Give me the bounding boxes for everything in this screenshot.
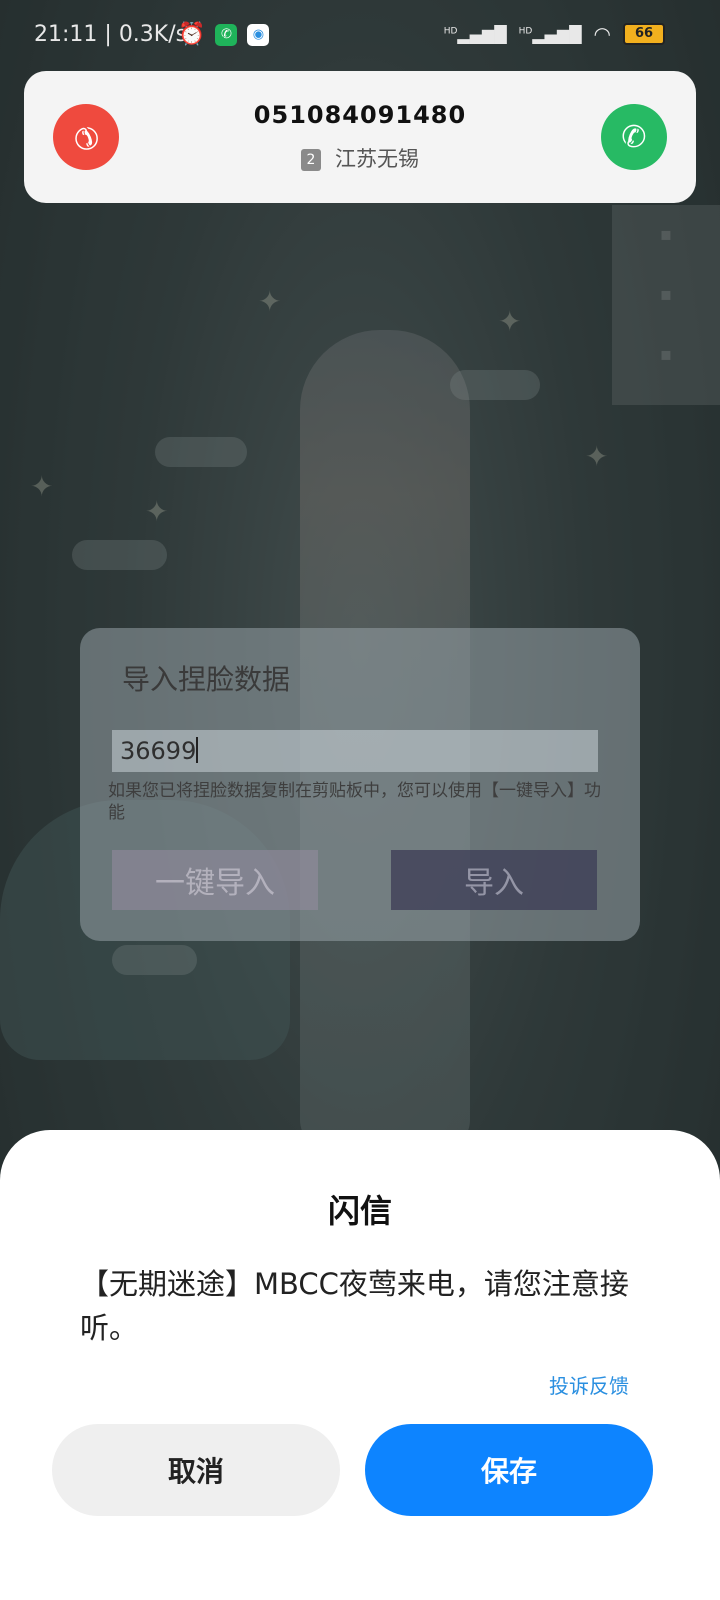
caller-location: 2 江苏无锡 [24,143,696,173]
sheet-title: 闪信 [327,1192,392,1230]
caller-number: 051084091480 [253,101,467,129]
import-face-data-panel: 导入捏脸数据 36699 如果您已将捏脸数据复制在剪贴板中，您可以使用【一键导入… [80,628,640,941]
sheet-message: 【无期迷途】MBCC夜莺来电，请您注意接听。 [80,1267,629,1345]
status-icons-right: HD▂▄▆█ HD▂▄▆█ ◠ 66 [444,22,665,46]
phone-notification-icon: ✆ [215,23,238,46]
face-data-input[interactable]: 36699 [112,730,598,772]
status-time: 21:11 | 0.3K/s [34,22,188,47]
status-icons-left: ⏰ ✆ ◉ [178,22,270,47]
panel-title: 导入捏脸数据 [122,663,291,696]
wifi-icon: ◠ [593,22,611,46]
signal-icon-1: HD▂▄▆█ [443,24,507,44]
panel-hint: 如果您已将捏脸数据复制在剪贴板中，您可以使用【一键导入】功能 [108,781,601,823]
incoming-call-card[interactable]: ✆ 051084091480 2 江苏无锡 ✆ [24,71,696,203]
signal-icon-2: HD▂▄▆█ [518,24,582,44]
one-click-import-button[interactable]: 一键导入 [112,850,318,910]
text-caret [196,737,199,763]
battery-icon: 66 [623,23,665,45]
save-button[interactable]: 保存 [365,1424,653,1516]
feedback-link[interactable]: 投诉反馈 [549,1370,629,1399]
status-bar: 21:11 | 0.3K/s ⏰ ✆ ◉ HD▂▄▆█ HD▂▄▆█ ◠ 66 [0,0,720,70]
accept-call-button[interactable]: ✆ [601,104,667,170]
import-button[interactable]: 导入 [391,850,597,910]
phone-icon: ✆ [621,119,647,155]
alarm-icon: ⏰ [178,22,206,47]
sim-badge: 2 [301,149,321,171]
cancel-button[interactable]: 取消 [52,1424,340,1516]
message-notification-icon: ◉ [247,23,270,46]
flash-message-sheet: 闪信 【无期迷途】MBCC夜莺来电，请您注意接听。 投诉反馈 取消 保存 [0,1130,720,1600]
